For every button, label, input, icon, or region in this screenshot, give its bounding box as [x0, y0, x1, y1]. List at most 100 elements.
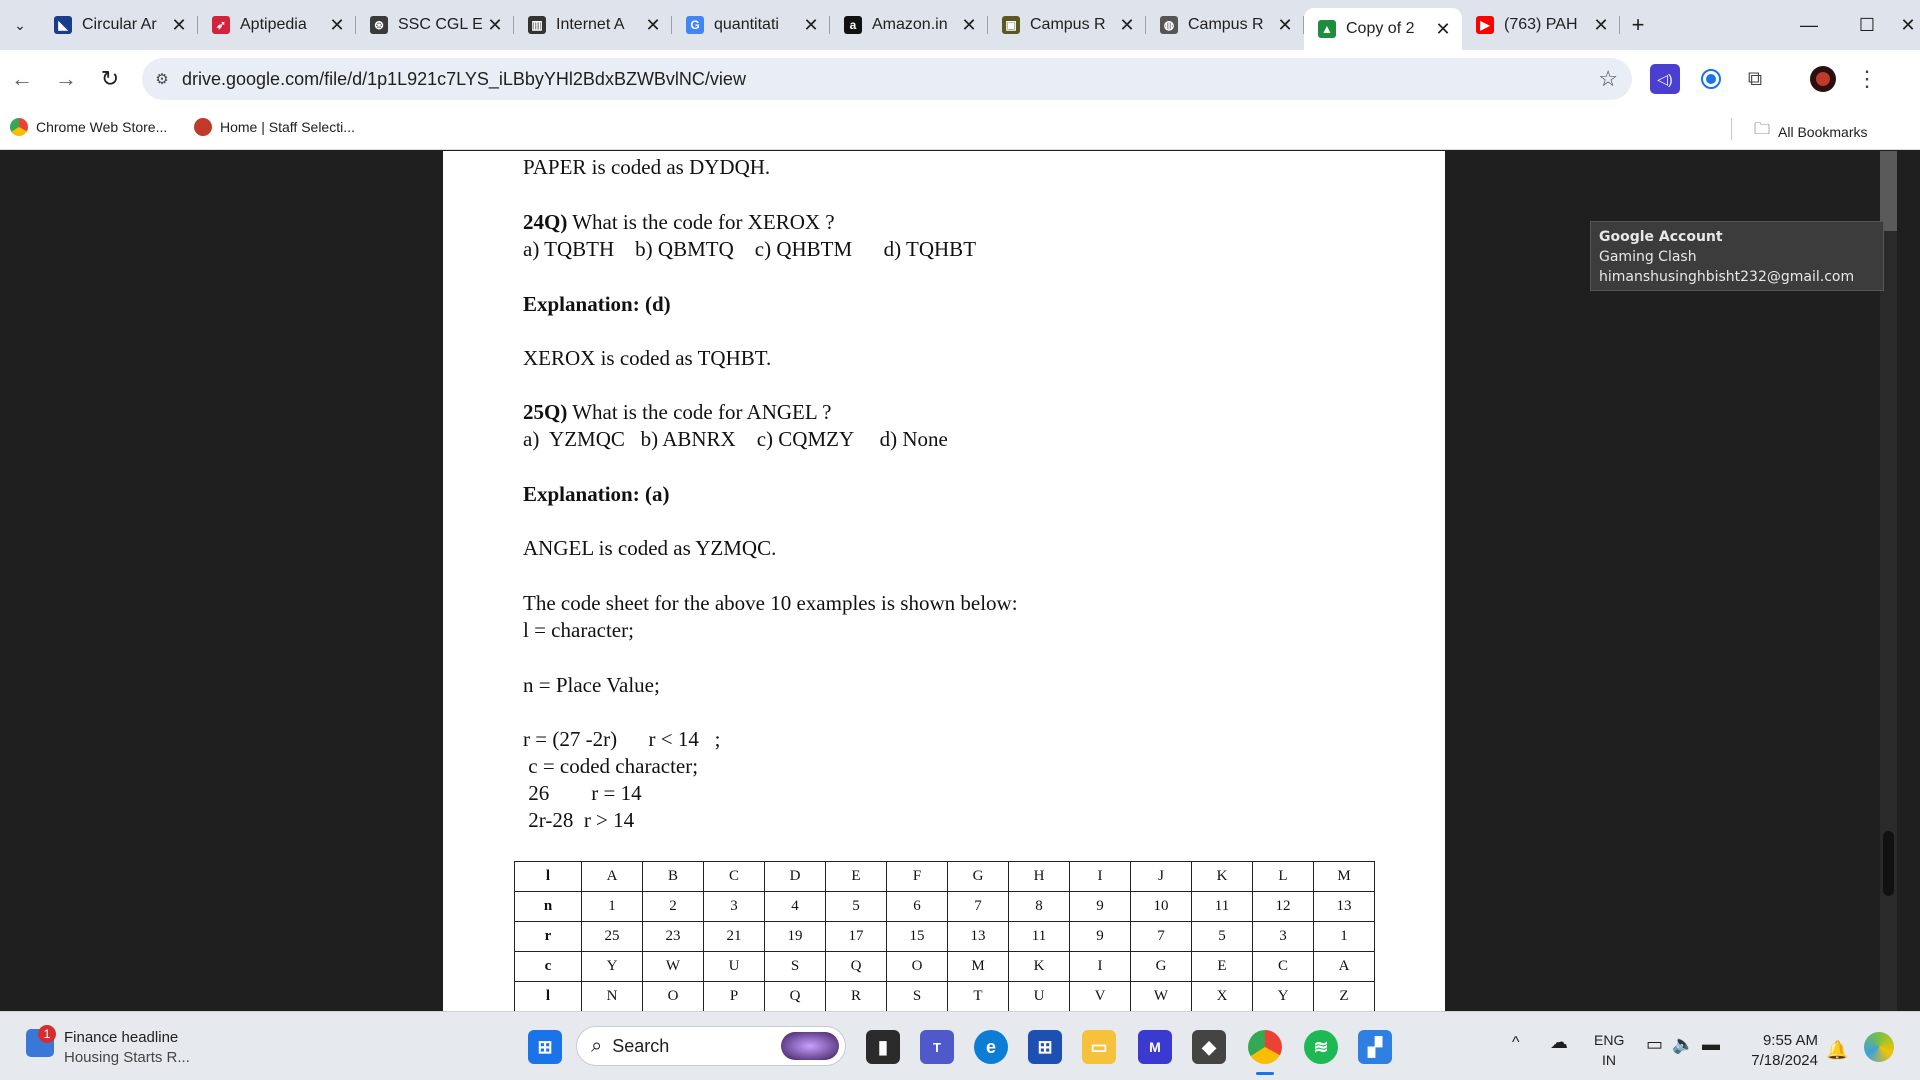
close-tab-icon[interactable]: ✕	[1434, 19, 1452, 40]
tab-title: Amazon.in	[872, 16, 948, 33]
tab-list: ◣ Circular Ar ✕ ➶ Aptipedia ✕ ⊛ SSC CGL E ✕ ▥ Inte…	[40, 0, 1620, 50]
browser-tab[interactable]: ▥ Internet A ✕	[514, 7, 672, 43]
doc-line: l = character;	[523, 618, 634, 642]
browser-tab[interactable]: ▲ Copy of 2 ✕	[1304, 8, 1462, 50]
browser-tab[interactable]: ➶ Aptipedia ✕	[198, 7, 356, 43]
minimize-icon[interactable]: —	[1780, 0, 1838, 50]
row-label: c	[514, 951, 582, 982]
language-top[interactable]: ENG	[1594, 1032, 1624, 1048]
notification-bell-icon[interactable]: 🔔	[1826, 1040, 1848, 1061]
new-tab-icon[interactable]: +	[1620, 12, 1656, 38]
table-cell: 3	[1252, 921, 1314, 952]
table-cell: O	[642, 981, 704, 1011]
browser-tab[interactable]: Gquantitati ✕	[672, 7, 830, 43]
doc-line: XEROX is coded as TQHBT.	[523, 346, 772, 370]
show-hidden-icons-icon[interactable]: ^	[1512, 1034, 1520, 1052]
windows-start-icon[interactable]: ⊞	[528, 1030, 562, 1064]
close-window-icon[interactable]: ✕	[1896, 0, 1920, 50]
row-label: l	[514, 861, 582, 892]
table-cell: F	[886, 861, 948, 892]
table-cell: 21	[703, 921, 765, 952]
task-view-icon[interactable]: ▮	[866, 1030, 900, 1064]
language-bottom[interactable]: IN	[1602, 1052, 1616, 1068]
table-cell: K	[1191, 861, 1253, 892]
browser-tab[interactable]: ◍ Campus R ✕	[1146, 7, 1304, 43]
browser-tab[interactable]: ◣ Circular Ar ✕	[40, 7, 198, 43]
maximize-icon[interactable]: ☐	[1838, 0, 1896, 50]
table-cell: 11	[1191, 891, 1253, 922]
browser-tab[interactable]: ▣ Campus R ✕	[988, 7, 1146, 43]
network-icon[interactable]: ▭	[1646, 1034, 1663, 1055]
table-cell: E	[825, 861, 887, 892]
screen-reader-extension-icon[interactable]: ◁)	[1650, 64, 1680, 94]
browser-tab[interactable]: ⊛ SSC CGL E ✕	[356, 7, 514, 43]
copilot-icon[interactable]	[1864, 1032, 1894, 1062]
close-tab-icon[interactable]: ✕	[328, 15, 346, 36]
reload-icon[interactable]: ↻	[88, 59, 132, 99]
news-subtitle[interactable]: Housing Starts R...	[64, 1049, 190, 1066]
close-tab-icon[interactable]: ✕	[1276, 15, 1294, 36]
scrollbar-thumb[interactable]	[1883, 831, 1894, 896]
amazon-icon: a	[844, 16, 862, 34]
close-tab-icon[interactable]: ✕	[1592, 15, 1610, 36]
site-info-icon[interactable]: ⚙	[142, 70, 182, 88]
bookmark-staff-selection[interactable]: Home | Staff Selecti...	[194, 118, 355, 136]
table-cell: Q	[764, 981, 826, 1011]
tab-title: Copy of 2	[1346, 20, 1415, 37]
table-cell: R	[825, 981, 887, 1011]
profile-avatar[interactable]	[1808, 64, 1838, 94]
news-title[interactable]: Finance headline	[64, 1029, 178, 1046]
back-icon[interactable]: ←	[0, 59, 44, 99]
onedrive-icon[interactable]: ☁	[1550, 1032, 1568, 1053]
doc-line: ANGEL is coded as YZMQC.	[523, 536, 777, 560]
close-tab-icon[interactable]: ✕	[1118, 15, 1136, 36]
table-cell: C	[1252, 951, 1314, 982]
table-cell: 17	[825, 921, 887, 952]
doc-line: PAPER is coded as DYDQH.	[523, 155, 771, 179]
bookmark-chrome-web-store[interactable]: Chrome Web Store...	[10, 118, 167, 136]
app-cube-icon[interactable]: ◆	[1192, 1030, 1226, 1064]
close-tab-icon[interactable]: ✕	[802, 15, 820, 36]
search-icon: ⌕	[591, 1034, 603, 1057]
all-bookmarks-button[interactable]: 🗀 All Bookmarks	[1754, 118, 1867, 145]
forward-icon[interactable]: →	[44, 59, 88, 99]
table-row: lABCDEFGHIJKLM	[514, 861, 1375, 892]
address-bar[interactable]: ⚙ drive.google.com/file/d/1p1L921c7LYS_i…	[142, 58, 1632, 100]
clock-time[interactable]: 9:55 AM	[1754, 1032, 1818, 1049]
browser-tab[interactable]: a Amazon.in ✕	[830, 7, 988, 43]
close-tab-icon[interactable]: ✕	[960, 15, 978, 36]
menu-kebab-icon[interactable]: ⋮	[1852, 64, 1882, 94]
tab-title: Internet A	[556, 16, 625, 33]
browser-tab[interactable]: ▶ (763) PAH ✕	[1462, 7, 1620, 43]
table-cell: 11	[1008, 921, 1070, 952]
table-cell: 12	[1252, 891, 1314, 922]
table-row: cYWUSQOMKIGECA	[514, 951, 1375, 982]
file-explorer-icon[interactable]: ▭	[1082, 1030, 1116, 1064]
table-cell: M	[1313, 861, 1375, 892]
volume-icon[interactable]: 🔈	[1672, 1034, 1694, 1055]
record-extension-icon[interactable]	[1696, 64, 1726, 94]
close-tab-icon[interactable]: ✕	[644, 15, 662, 36]
battery-icon[interactable]: ▬	[1702, 1034, 1720, 1055]
table-cell: N	[581, 981, 643, 1011]
close-tab-icon[interactable]: ✕	[170, 15, 188, 36]
tab-separator	[1619, 16, 1620, 34]
close-tab-icon[interactable]: ✕	[486, 15, 504, 36]
clock-date[interactable]: 7/18/2024	[1744, 1052, 1818, 1069]
url-text[interactable]: drive.google.com/file/d/1p1L921c7LYS_iLB…	[182, 69, 746, 90]
table-cell: 9	[1069, 921, 1131, 952]
taskbar-search[interactable]: ⌕ Search	[576, 1026, 846, 1066]
extensions-puzzle-icon[interactable]: ⧉	[1740, 64, 1770, 94]
spotify-icon[interactable]: ≋	[1304, 1030, 1338, 1064]
bookmark-star-icon[interactable]: ☆	[1598, 66, 1618, 92]
edge-icon[interactable]: e	[974, 1030, 1008, 1064]
document-page[interactable]: PAPER is coded as DYDQH. 24Q) What is th…	[443, 151, 1445, 1011]
microsoft-store-icon[interactable]: ⊞	[1028, 1030, 1062, 1064]
search-placeholder: Search	[612, 1035, 670, 1056]
tab-search-icon[interactable]: ⌄	[0, 0, 40, 50]
teams-icon[interactable]: T	[920, 1030, 954, 1064]
photos-icon[interactable]: ▞	[1358, 1030, 1392, 1064]
chrome-icon[interactable]	[1248, 1030, 1282, 1064]
app-icon[interactable]: M	[1138, 1030, 1172, 1064]
doc-line: 2r-28 r > 14	[523, 808, 635, 832]
